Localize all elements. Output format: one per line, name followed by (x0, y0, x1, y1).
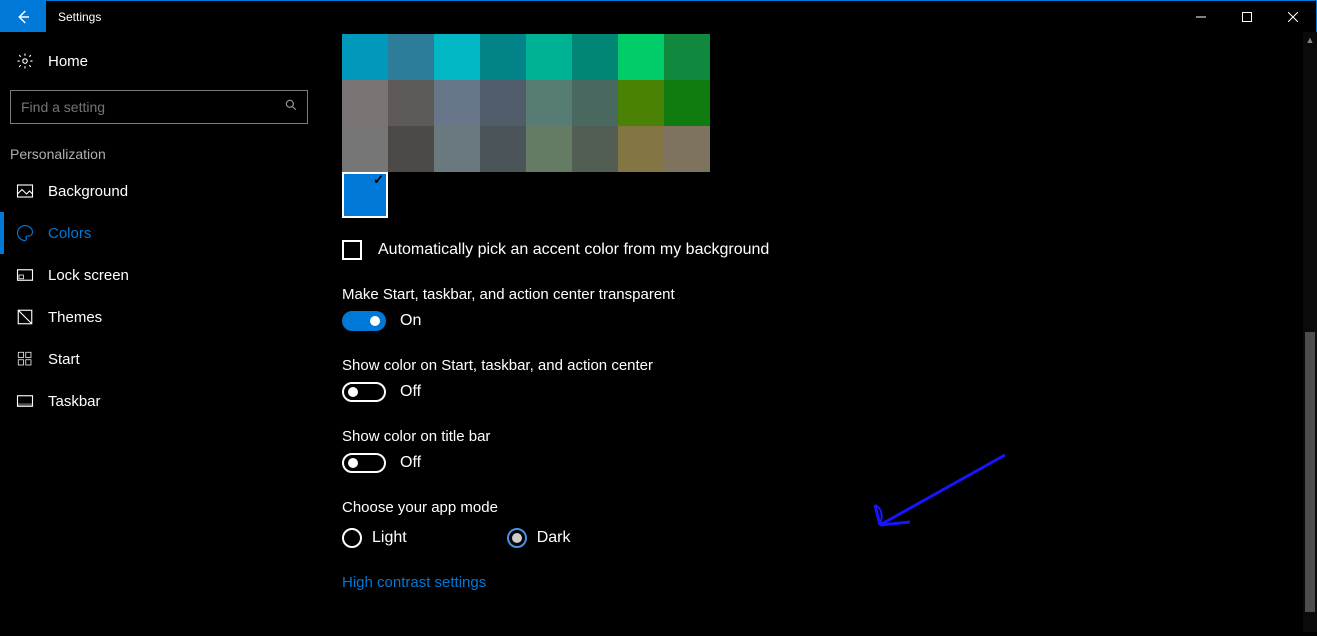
sidebar-item-background[interactable]: Background (0, 170, 320, 212)
radio-label: Dark (537, 529, 571, 547)
home-label: Home (48, 53, 88, 70)
sidebar-item-start[interactable]: Start (0, 338, 320, 380)
color-swatch[interactable] (664, 126, 710, 172)
picture-icon (16, 182, 34, 200)
color-swatch-grid (342, 34, 1317, 172)
color-swatch[interactable] (572, 126, 618, 172)
nav-label: Taskbar (48, 393, 101, 410)
start-icon (16, 350, 34, 368)
sidebar-item-taskbar[interactable]: Taskbar (0, 380, 320, 422)
color-swatch[interactable] (526, 126, 572, 172)
gear-icon (16, 52, 34, 70)
color-swatch[interactable] (664, 80, 710, 126)
minimize-button[interactable] (1178, 1, 1224, 32)
scroll-thumb[interactable] (1305, 332, 1315, 612)
color-swatch[interactable] (480, 126, 526, 172)
color-swatch[interactable] (388, 34, 434, 80)
nav-label: Background (48, 183, 128, 200)
color-swatch[interactable] (572, 34, 618, 80)
transparency-state: On (400, 312, 421, 330)
auto-accent-checkbox-row[interactable]: Automatically pick an accent color from … (342, 240, 1317, 260)
nav-label: Themes (48, 309, 102, 326)
show-color-title-label: Show color on title bar (342, 428, 1317, 445)
content-pane: Automatically pick an accent color from … (320, 32, 1317, 636)
radio-icon (507, 528, 527, 548)
taskbar-icon (16, 392, 34, 410)
sidebar-item-colors[interactable]: Colors (0, 212, 320, 254)
sidebar-item-lockscreen[interactable]: Lock screen (0, 254, 320, 296)
sidebar-item-themes[interactable]: Themes (0, 296, 320, 338)
scroll-up-icon: ▲ (1303, 32, 1317, 48)
maximize-button[interactable] (1224, 1, 1270, 32)
show-color-start-toggle[interactable] (342, 382, 386, 402)
high-contrast-link[interactable]: High contrast settings (342, 574, 486, 591)
radio-label: Light (372, 529, 407, 547)
scrollbar[interactable]: ▲ (1303, 32, 1317, 632)
lockscreen-icon (16, 266, 34, 284)
sidebar-section-header: Personalization (0, 130, 320, 170)
nav-label: Colors (48, 225, 91, 242)
color-swatch[interactable] (342, 34, 388, 80)
checkbox-icon (342, 240, 362, 260)
color-swatch[interactable] (388, 80, 434, 126)
color-swatch-selected[interactable] (342, 172, 388, 218)
color-swatch[interactable] (618, 126, 664, 172)
color-swatch[interactable] (342, 126, 388, 172)
color-swatch[interactable] (388, 126, 434, 172)
color-swatch[interactable] (664, 34, 710, 80)
radio-icon (342, 528, 362, 548)
close-button[interactable] (1270, 1, 1316, 32)
color-swatch[interactable] (526, 34, 572, 80)
back-button[interactable] (0, 1, 46, 32)
palette-icon (16, 224, 34, 242)
transparency-toggle[interactable] (342, 311, 386, 331)
color-swatch[interactable] (572, 80, 618, 126)
window-title: Settings (46, 1, 101, 32)
app-mode-dark-radio[interactable]: Dark (507, 528, 571, 548)
color-swatch[interactable] (618, 34, 664, 80)
color-swatch[interactable] (434, 126, 480, 172)
titlebar: Settings (0, 0, 1317, 32)
app-mode-light-radio[interactable]: Light (342, 528, 407, 548)
show-color-start-state: Off (400, 383, 421, 401)
sidebar: Home Personalization Background Colors L… (0, 32, 320, 636)
color-swatch[interactable] (526, 80, 572, 126)
color-swatch[interactable] (480, 34, 526, 80)
color-swatch[interactable] (434, 34, 480, 80)
transparency-label: Make Start, taskbar, and action center t… (342, 286, 1317, 303)
search-input[interactable] (10, 90, 308, 124)
color-swatch[interactable] (480, 80, 526, 126)
color-swatch[interactable] (342, 80, 388, 126)
color-swatch[interactable] (434, 80, 480, 126)
nav-label: Lock screen (48, 267, 129, 284)
themes-icon (16, 308, 34, 326)
color-swatch[interactable] (618, 80, 664, 126)
auto-accent-label: Automatically pick an accent color from … (378, 241, 769, 259)
show-color-title-state: Off (400, 454, 421, 472)
arrow-left-icon (14, 8, 32, 26)
app-mode-label: Choose your app mode (342, 499, 1317, 516)
show-color-start-label: Show color on Start, taskbar, and action… (342, 357, 1317, 374)
nav-label: Start (48, 351, 80, 368)
sidebar-home[interactable]: Home (0, 42, 320, 80)
show-color-title-toggle[interactable] (342, 453, 386, 473)
